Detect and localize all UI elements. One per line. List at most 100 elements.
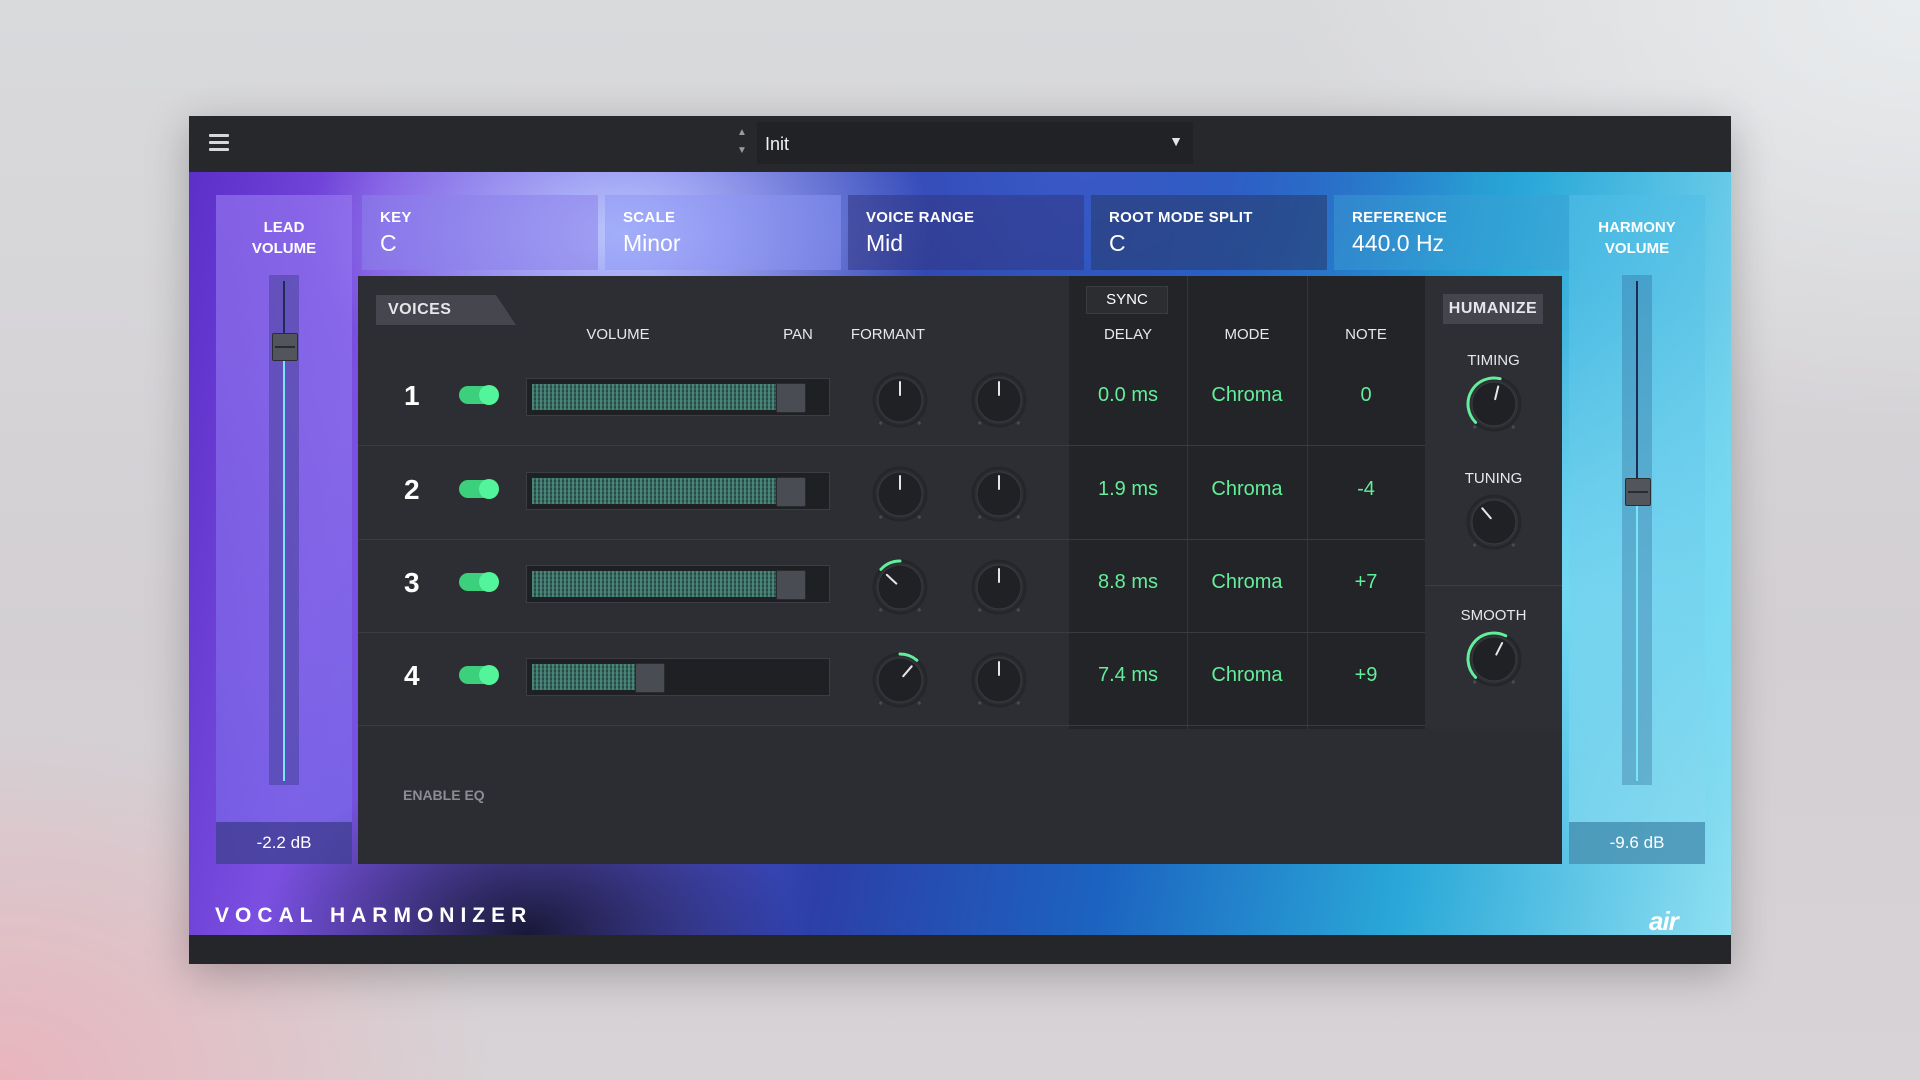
- root-mode-split-label: ROOT MODE SPLIT: [1109, 209, 1253, 226]
- harmony-volume-handle[interactable]: [1625, 478, 1651, 506]
- pan-header: PAN: [783, 326, 813, 343]
- knob-range-dot: [978, 421, 982, 425]
- voice-volume-slider[interactable]: [526, 378, 830, 416]
- note-value[interactable]: +9: [1307, 664, 1425, 687]
- knob-graphic: [1466, 494, 1522, 550]
- root-mode-split-selector[interactable]: ROOT MODE SPLIT C: [1091, 195, 1327, 270]
- harmony-volume-title: HARMONY VOLUME: [1569, 217, 1705, 259]
- knob-range-dot: [1511, 543, 1515, 547]
- knob-range-dot: [1511, 680, 1515, 684]
- voice-toggle[interactable]: [459, 665, 499, 685]
- voice-settings-row: 7.4 ms Chroma +9: [1069, 632, 1425, 726]
- formant-knob[interactable]: [967, 555, 1031, 619]
- mode-value[interactable]: Chroma: [1187, 384, 1307, 407]
- voice-settings-row: 1.9 ms Chroma -4: [1069, 446, 1425, 540]
- lead-volume-title-line1: LEAD: [263, 219, 305, 236]
- voice-volume-slider[interactable]: [526, 472, 830, 510]
- knob-range-dot: [879, 608, 883, 612]
- formant-knob[interactable]: [967, 462, 1031, 526]
- knob-range-dot: [1473, 425, 1477, 429]
- delay-mode-note-section: SYNC DELAY MODE NOTE 0.0 ms Chroma 0 1.9…: [1069, 276, 1425, 729]
- harmony-volume-fader[interactable]: [1622, 275, 1652, 785]
- tuning-knob[interactable]: [1462, 490, 1526, 554]
- reference-selector[interactable]: REFERENCE 440.0 Hz: [1334, 195, 1570, 270]
- delay-value[interactable]: 1.9 ms: [1069, 478, 1187, 501]
- voice-volume-slider[interactable]: [526, 658, 830, 696]
- key-selector[interactable]: KEY C: [362, 195, 598, 270]
- knob-body: [877, 564, 923, 610]
- delay-value[interactable]: 7.4 ms: [1069, 664, 1187, 687]
- timing-knob[interactable]: [1462, 372, 1526, 436]
- harmony-volume-title-line2: VOLUME: [1604, 240, 1670, 257]
- note-value[interactable]: 0: [1307, 384, 1425, 407]
- sync-button[interactable]: SYNC: [1086, 286, 1168, 314]
- lead-volume-fader[interactable]: [269, 275, 299, 785]
- knob-graphic: [872, 372, 928, 428]
- volume-thumb[interactable]: [775, 570, 806, 600]
- volume-header: VOLUME: [586, 326, 650, 343]
- scale-selector[interactable]: SCALE Minor: [605, 195, 841, 270]
- voice-toggle[interactable]: [459, 385, 499, 405]
- mode-value[interactable]: Chroma: [1187, 571, 1307, 594]
- knob-range-dot: [978, 701, 982, 705]
- pan-knob[interactable]: [868, 555, 932, 619]
- voices-section: VOICES VOLUME PAN FORMANT 1 2 3 4: [358, 276, 1069, 729]
- pan-knob[interactable]: [868, 368, 932, 432]
- knob-body: [1471, 381, 1517, 427]
- knob-range-dot: [1016, 515, 1020, 519]
- preset-prev-icon[interactable]: ▲: [732, 124, 752, 142]
- knob-graphic: [971, 559, 1027, 615]
- preset-selector[interactable]: Init ▼: [757, 122, 1193, 164]
- smooth-knob[interactable]: [1462, 627, 1526, 691]
- knob-graphic: [872, 466, 928, 522]
- key-value: C: [380, 230, 397, 256]
- mode-value[interactable]: Chroma: [1187, 478, 1307, 501]
- volume-thumb[interactable]: [635, 663, 666, 693]
- fader-fill: [1636, 504, 1638, 781]
- voice-toggle[interactable]: [459, 572, 499, 592]
- note-value[interactable]: -4: [1307, 478, 1425, 501]
- voice-row: 3: [358, 539, 1069, 633]
- preset-stepper: ▲ ▼: [732, 124, 752, 164]
- enable-eq-button[interactable]: ENABLE EQ: [403, 787, 485, 803]
- knob-graphic: [872, 559, 928, 615]
- top-bar: ▲ ▼ Init ▼: [189, 116, 1731, 173]
- delay-value[interactable]: 0.0 ms: [1069, 384, 1187, 407]
- note-header: NOTE: [1345, 326, 1387, 343]
- pan-knob[interactable]: [868, 462, 932, 526]
- formant-knob[interactable]: [967, 368, 1031, 432]
- formant-knob[interactable]: [967, 648, 1031, 712]
- knob-graphic: [1466, 631, 1522, 687]
- note-value[interactable]: +7: [1307, 571, 1425, 594]
- voice-settings-row: 0.0 ms Chroma 0: [1069, 352, 1425, 446]
- voice-volume-slider[interactable]: [526, 565, 830, 603]
- knob-range-dot: [1473, 543, 1477, 547]
- fader-fill: [283, 359, 285, 781]
- lead-volume-handle[interactable]: [272, 333, 298, 361]
- plugin-window: ▲ ▼ Init ▼ LEAD VOLUME -2.2 dB KEY C SCA…: [189, 116, 1731, 964]
- voices-tab[interactable]: VOICES: [376, 295, 516, 325]
- root-mode-split-value: C: [1109, 230, 1126, 256]
- voice-toggle[interactable]: [459, 479, 499, 499]
- knob-graphic: [1466, 376, 1522, 432]
- volume-fill: [532, 478, 776, 504]
- hamburger-menu-icon[interactable]: [209, 134, 229, 152]
- pan-knob[interactable]: [868, 648, 932, 712]
- harmony-volume-panel: HARMONY VOLUME -9.6 dB: [1569, 195, 1705, 864]
- knob-range-dot: [1473, 680, 1477, 684]
- delay-value[interactable]: 8.8 ms: [1069, 571, 1187, 594]
- voice-range-selector[interactable]: VOICE RANGE Mid: [848, 195, 1084, 270]
- volume-thumb[interactable]: [775, 477, 806, 507]
- tuning-label: TUNING: [1464, 470, 1523, 487]
- knob-range-dot: [879, 421, 883, 425]
- knob-body: [1471, 636, 1517, 682]
- formant-header: FORMANT: [850, 326, 926, 343]
- dropdown-arrow-icon[interactable]: ▼: [1169, 133, 1183, 149]
- volume-thumb[interactable]: [775, 383, 806, 413]
- mode-value[interactable]: Chroma: [1187, 664, 1307, 687]
- knob-range-dot: [879, 701, 883, 705]
- main-panel: VOICES VOLUME PAN FORMANT 1 2 3 4 SYNC D…: [358, 276, 1562, 864]
- humanize-button[interactable]: HUMANIZE: [1443, 294, 1543, 324]
- humanize-section: HUMANIZE TIMING TUNING SMOOTH: [1425, 276, 1562, 729]
- preset-next-icon[interactable]: ▼: [732, 142, 752, 160]
